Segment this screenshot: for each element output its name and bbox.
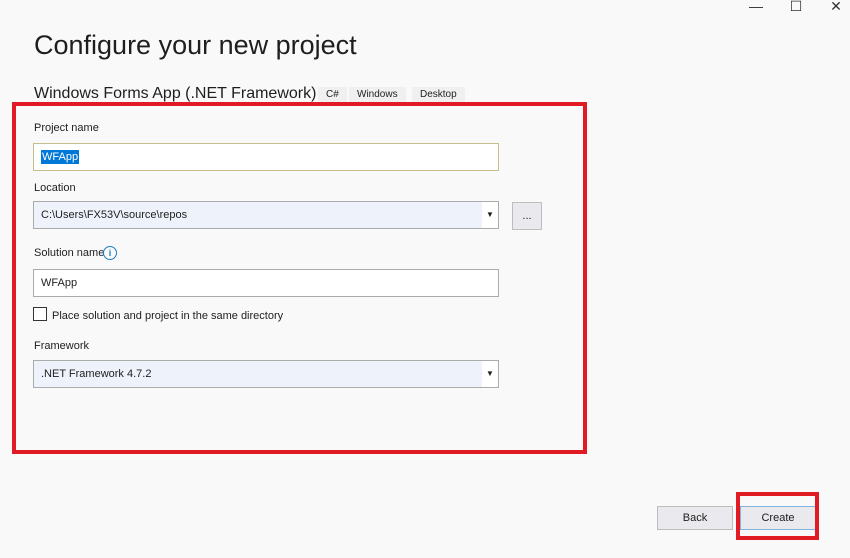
page-title: Configure your new project	[34, 30, 357, 60]
location-value: C:\Users\FX53V\source\repos	[41, 209, 188, 221]
project-name-label: Project name	[34, 122, 99, 134]
solution-name-label: Solution name	[34, 247, 105, 259]
framework-label: Framework	[34, 340, 90, 352]
highlight-box-create	[736, 492, 819, 540]
solution-name-value: WFApp	[41, 277, 78, 289]
same-directory-checkbox[interactable]	[33, 307, 47, 321]
maximize-button[interactable]: ☐	[781, 0, 811, 15]
tag-project-type: Desktop	[412, 87, 465, 103]
solution-name-input[interactable]: WFApp	[33, 269, 499, 297]
framework-combobox[interactable]: .NET Framework 4.7.2 ▼	[33, 360, 499, 388]
location-label: Location	[34, 182, 76, 194]
chevron-down-icon[interactable]: ▼	[482, 361, 498, 387]
location-combobox[interactable]: C:\Users\FX53V\source\repos ▼	[33, 201, 499, 229]
tag-platform: Windows	[349, 87, 406, 103]
project-name-value: WFApp	[41, 150, 80, 164]
back-button[interactable]: Back	[657, 506, 733, 530]
info-icon[interactable]: i	[103, 246, 117, 260]
minimize-button[interactable]: —	[741, 0, 771, 14]
project-name-input[interactable]: WFApp	[33, 143, 499, 171]
close-button[interactable]: ✕	[821, 0, 850, 15]
browse-button[interactable]: ...	[512, 202, 542, 230]
same-directory-label[interactable]: Place solution and project in the same d…	[52, 310, 283, 322]
framework-value: .NET Framework 4.7.2	[41, 368, 152, 380]
chevron-down-icon[interactable]: ▼	[482, 202, 498, 228]
tag-language: C#	[318, 87, 347, 103]
template-name: Windows Forms App (.NET Framework)	[34, 85, 317, 102]
